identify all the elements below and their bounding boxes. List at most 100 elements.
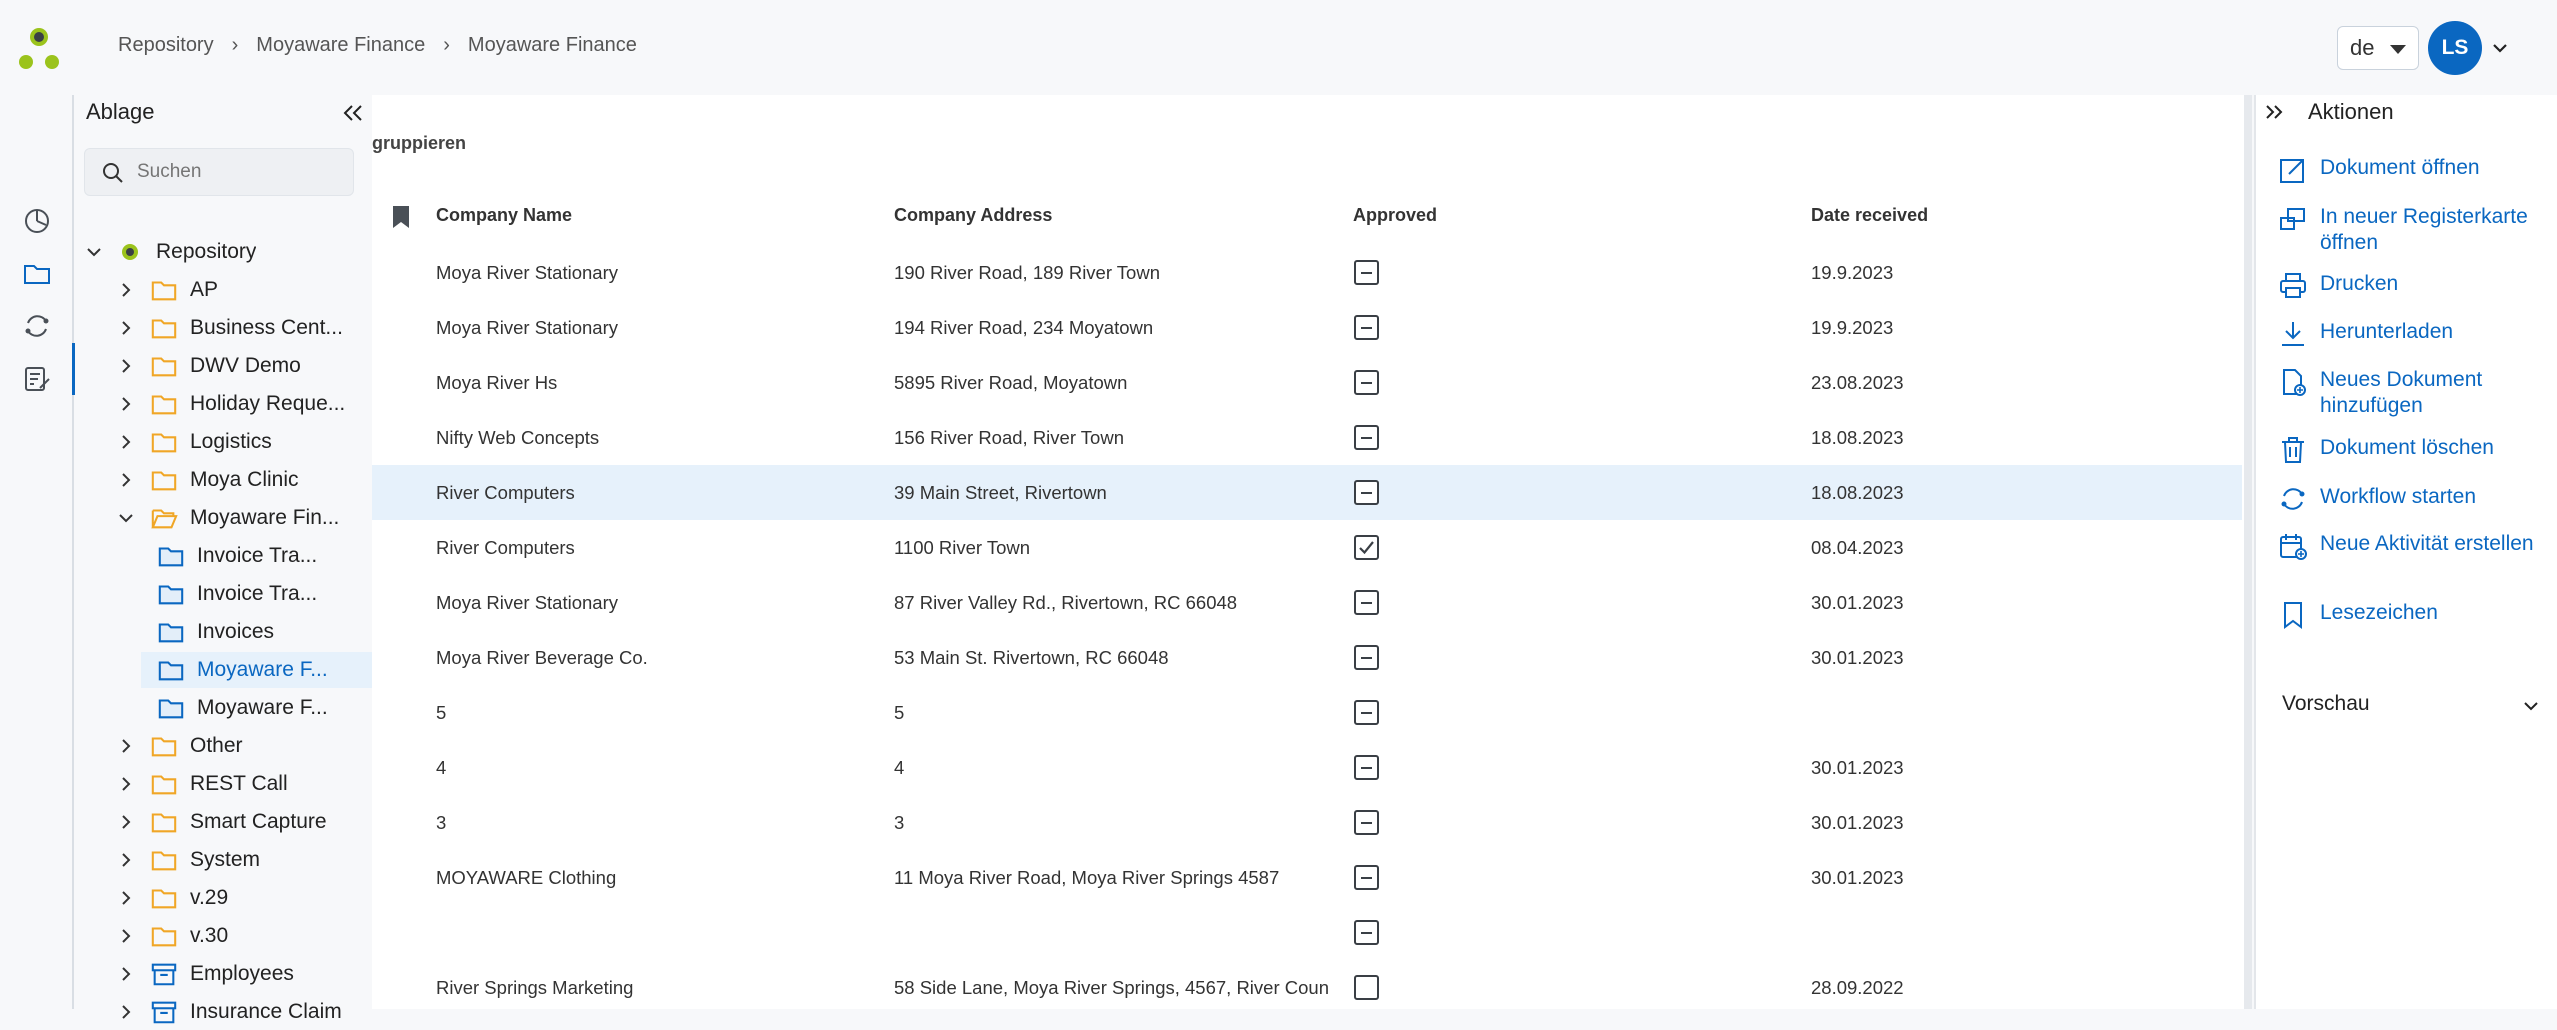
chevron-down-icon[interactable]: [116, 508, 136, 528]
action-open-external[interactable]: Dokument öffnen: [2278, 155, 2550, 185]
chevron-right-icon[interactable]: [116, 926, 136, 946]
tree-item[interactable]: Moyaware F...: [141, 652, 372, 688]
tree-item[interactable]: v.30: [116, 918, 372, 954]
app-logo-icon[interactable]: [18, 26, 60, 72]
cell-address: 194 River Road, 234 Moyatown: [894, 317, 1154, 338]
action-new-tab[interactable]: In neuer Registerkarte öffnen: [2278, 204, 2550, 256]
table-row[interactable]: [372, 905, 2242, 960]
tree-item[interactable]: Other: [116, 728, 372, 764]
table-row[interactable]: River Springs Marketing 58 Side Lane, Moy…: [372, 960, 2242, 1009]
chevron-right-icon[interactable]: [116, 394, 136, 414]
chevron-right-icon[interactable]: [116, 280, 136, 300]
chevron-down-icon[interactable]: [2520, 695, 2542, 717]
cell-name: River Springs Marketing: [436, 977, 634, 998]
chevron-right-icon[interactable]: [116, 318, 136, 338]
tree-item[interactable]: Moyaware F...: [141, 690, 372, 726]
preview-section-label[interactable]: Vorschau: [2282, 692, 2370, 716]
chevron-down-icon[interactable]: [84, 242, 104, 262]
tree-item[interactable]: Smart Capture: [116, 804, 372, 840]
chevron-right-icon[interactable]: [116, 964, 136, 984]
approved-checkbox[interactable]: [1354, 975, 1379, 1000]
breadcrumb-item[interactable]: Repository: [118, 34, 214, 57]
approved-checkbox[interactable]: [1354, 920, 1379, 945]
chevron-right-icon[interactable]: [116, 736, 136, 756]
tree-item[interactable]: Invoice Tra...: [141, 538, 372, 574]
tree-item[interactable]: Holiday Reque...: [116, 386, 372, 422]
action-add-document[interactable]: Neues Dokument hinzufügen: [2278, 367, 2550, 419]
folder-icon[interactable]: [22, 258, 52, 288]
approved-checkbox[interactable]: [1354, 645, 1379, 670]
action-trash[interactable]: Dokument löschen: [2278, 435, 2550, 465]
chevron-right-icon[interactable]: [116, 470, 136, 490]
approved-checkbox[interactable]: [1354, 865, 1379, 890]
table-row[interactable]: Moya River Stationary 190 River Road, 189…: [372, 245, 2242, 300]
chevron-right-icon[interactable]: [116, 774, 136, 794]
bookmark-icon: [2284, 602, 2302, 629]
dashboard-icon[interactable]: [22, 205, 52, 235]
tree-item[interactable]: Business Cent...: [116, 310, 372, 346]
approved-checkbox[interactable]: [1354, 810, 1379, 835]
tree-item[interactable]: Repository: [84, 234, 372, 270]
table-row[interactable]: Moya River Beverage Co. 53 Main St. River…: [372, 630, 2242, 685]
chevron-right-icon[interactable]: [116, 850, 136, 870]
approved-checkbox[interactable]: [1354, 425, 1379, 450]
tree-item[interactable]: Employees: [116, 956, 372, 992]
chevron-down-icon[interactable]: [2490, 38, 2510, 58]
tree-item[interactable]: Insurance Claim: [116, 994, 372, 1030]
table-row[interactable]: Moya River Stationary 87 River Valley Rd.…: [372, 575, 2242, 630]
tree-item[interactable]: v.29: [116, 880, 372, 916]
action-workflow[interactable]: Workflow starten: [2278, 484, 2550, 514]
language-select[interactable]: de: [2337, 26, 2419, 70]
table-row[interactable]: Nifty Web Concepts 156 River Road, River …: [372, 410, 2242, 465]
approved-checkbox[interactable]: [1354, 260, 1379, 285]
group-by-label[interactable]: gruppieren: [372, 133, 466, 154]
table-row[interactable]: Moya River Stationary 194 River Road, 234…: [372, 300, 2242, 355]
column-header-date-received[interactable]: Date received: [1811, 205, 1928, 226]
approved-checkbox[interactable]: [1354, 700, 1379, 725]
table-row[interactable]: MOYAWARE Clothing 11 Moya River Road, Moy…: [372, 850, 2242, 905]
table-scrollbar[interactable]: [2244, 95, 2252, 1009]
chevron-right-icon[interactable]: [116, 888, 136, 908]
approved-checkbox[interactable]: [1354, 315, 1379, 340]
chevron-right-icon[interactable]: [116, 432, 136, 452]
chevron-right-icon[interactable]: [116, 1002, 136, 1022]
table-row[interactable]: 55: [372, 685, 2242, 740]
tree-item[interactable]: DWV Demo: [116, 348, 372, 384]
table-row[interactable]: River Computers 39 Main Street, Rivertown…: [372, 465, 2242, 520]
chevron-right-icon[interactable]: [116, 812, 136, 832]
tree-item[interactable]: Invoices: [141, 614, 372, 650]
expand-panel-icon[interactable]: [2262, 100, 2286, 124]
approved-checkbox[interactable]: [1354, 370, 1379, 395]
approved-checkbox[interactable]: [1354, 755, 1379, 780]
tree-item[interactable]: AP: [116, 272, 372, 308]
tasks-icon[interactable]: [22, 364, 52, 394]
approved-checkbox[interactable]: [1354, 590, 1379, 615]
search-input[interactable]: [137, 149, 342, 195]
user-avatar[interactable]: LS: [2428, 21, 2482, 75]
action-print[interactable]: Drucken: [2278, 271, 2550, 301]
tree-item[interactable]: Logistics: [116, 424, 372, 460]
column-header-company-address[interactable]: Company Address: [894, 205, 1052, 226]
action-download[interactable]: Herunterladen: [2278, 319, 2550, 349]
tree-item[interactable]: Moya Clinic: [116, 462, 372, 498]
tree-item[interactable]: Invoice Tra...: [141, 576, 372, 612]
breadcrumb-item[interactable]: Moyaware Finance: [256, 34, 425, 57]
cell-address: 87 River Valley Rd., Rivertown, RC 66048: [894, 592, 1238, 613]
column-header-company-name[interactable]: Company Name: [436, 205, 572, 226]
chevron-right-icon[interactable]: [116, 356, 136, 376]
tree-item-label: Moyaware Fin...: [190, 506, 340, 529]
table-row[interactable]: Moya River Hs 5895 River Road, Moyatown 23…: [372, 355, 2242, 410]
approved-checkbox[interactable]: [1354, 480, 1379, 505]
column-header-approved[interactable]: Approved: [1353, 205, 1437, 226]
workflow-icon[interactable]: [22, 311, 52, 341]
action-bookmark[interactable]: Lesezeichen: [2278, 600, 2550, 630]
tree-item[interactable]: System: [116, 842, 372, 878]
table-row[interactable]: River Computers 1100 River Town 08.04.2023: [372, 520, 2242, 575]
approved-checkbox[interactable]: [1354, 535, 1379, 560]
tree-item[interactable]: Moyaware Fin...: [116, 500, 372, 536]
tree-item[interactable]: REST Call: [116, 766, 372, 802]
collapse-sidebar-icon[interactable]: [340, 100, 366, 126]
action-new-activity[interactable]: Neue Aktivität erstellen: [2278, 531, 2550, 561]
table-row[interactable]: 3 3 30.01.2023: [372, 795, 2242, 850]
table-row[interactable]: 4 4 30.01.2023: [372, 740, 2242, 795]
